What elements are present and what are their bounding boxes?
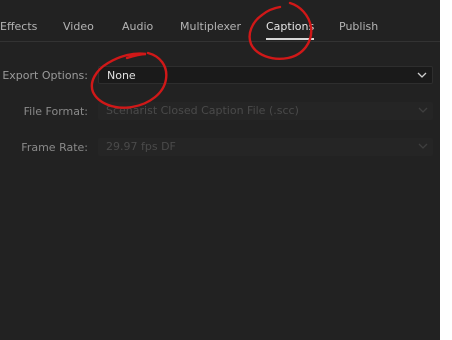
file-format-label: File Format: — [23, 105, 88, 118]
export-settings-panel: Effects Video Audio Multiplexer Captions… — [0, 0, 440, 340]
export-options-dropdown[interactable]: None — [98, 66, 433, 84]
tab-publish[interactable]: Publish — [339, 20, 378, 33]
tab-audio[interactable]: Audio — [122, 20, 153, 33]
file-format-dropdown: Scenarist Closed Caption File (.scc) — [98, 102, 433, 120]
frame-rate-dropdown: 29.97 fps DF — [98, 138, 433, 156]
tab-video[interactable]: Video — [63, 20, 94, 33]
export-options-label: Export Options: — [2, 69, 88, 82]
tab-effects[interactable]: Effects — [0, 20, 37, 33]
tab-captions-label: Captions — [266, 20, 315, 33]
active-tab-underline — [266, 38, 315, 40]
frame-rate-label: Frame Rate: — [21, 141, 88, 154]
tab-bar: Effects Video Audio Multiplexer Captions… — [0, 6, 440, 42]
tab-captions[interactable]: Captions — [266, 20, 315, 40]
chevron-down-icon — [418, 107, 428, 113]
frame-rate-value: 29.97 fps DF — [106, 140, 176, 153]
file-format-value: Scenarist Closed Caption File (.scc) — [106, 104, 299, 117]
tab-multiplexer[interactable]: Multiplexer — [180, 20, 241, 33]
chevron-down-icon — [418, 143, 428, 149]
export-options-value: None — [107, 69, 136, 82]
chevron-down-icon — [417, 72, 427, 78]
